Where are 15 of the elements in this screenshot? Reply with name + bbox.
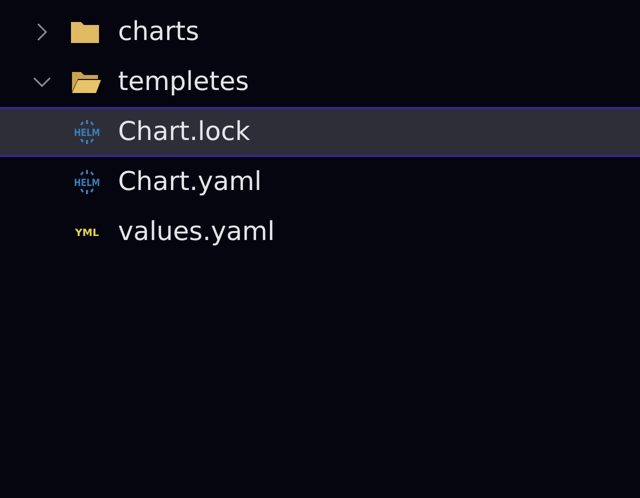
chevron-down-icon[interactable]	[33, 77, 51, 87]
file-name: Chart.lock	[118, 116, 250, 148]
folder-icon	[70, 70, 102, 94]
tree-item[interactable]: charts	[0, 7, 640, 57]
folder-name: charts	[118, 16, 200, 48]
tree-item[interactable]: HELM Chart.lock	[0, 107, 640, 157]
folder-icon	[70, 20, 100, 44]
file-type-icon: YML	[70, 218, 104, 246]
folder-name: templetes	[118, 66, 249, 98]
tree-item[interactable]: YML values.yaml	[0, 207, 640, 257]
tree-item[interactable]: templetes	[0, 57, 640, 107]
tree-item[interactable]: HELM Chart.yaml	[0, 157, 640, 207]
file-name: values.yaml	[118, 216, 275, 248]
file-name: Chart.yaml	[118, 166, 262, 198]
chevron-right-icon[interactable]	[37, 23, 47, 41]
